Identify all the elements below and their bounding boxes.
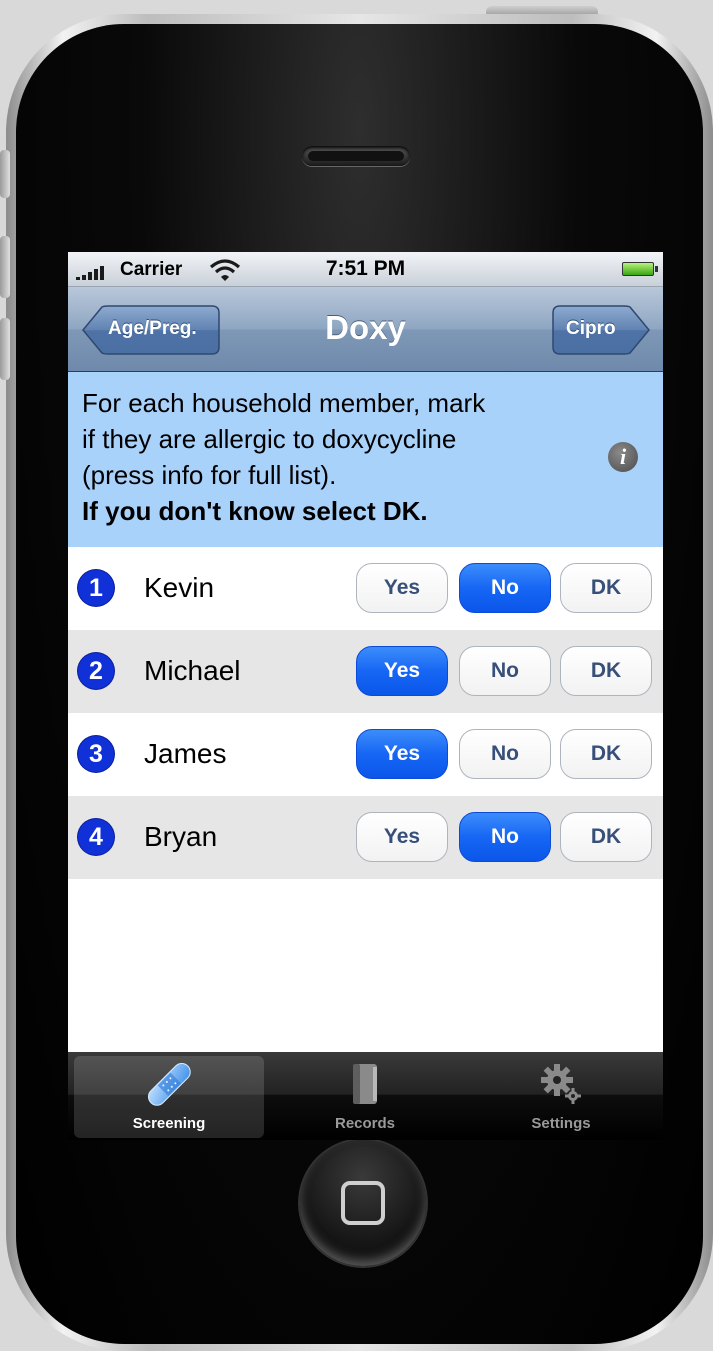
no-button[interactable]: No — [459, 646, 551, 696]
member-name: Bryan — [144, 821, 218, 852]
member-name: Michael — [144, 655, 241, 686]
member-name: James — [144, 738, 227, 769]
member-number-badge: 4 — [78, 819, 114, 855]
dk-button[interactable]: DK — [560, 563, 652, 613]
member-row: 3 James Yes No DK — [68, 713, 663, 796]
no-button[interactable]: No — [459, 563, 551, 613]
no-button[interactable]: No — [459, 812, 551, 862]
app-screen: Carrier 7:51 PM Age/Preg. Doxy Cipro For… — [68, 252, 663, 1140]
no-button[interactable]: No — [459, 729, 551, 779]
instructions-panel: For each household member, mark if they … — [68, 372, 663, 547]
member-row: 1 Kevin Yes No DK — [68, 547, 663, 630]
instruction-line-1: For each household member, mark — [82, 388, 486, 418]
book-icon — [353, 1064, 377, 1104]
member-row: 2 Michael Yes No DK — [68, 630, 663, 713]
volume-up-button — [0, 236, 10, 298]
info-icon[interactable]: i — [608, 442, 638, 472]
instruction-line-3: (press info for full list). — [82, 460, 337, 490]
status-time: 7:51 PM — [325, 257, 406, 280]
forward-button[interactable]: Cipro — [552, 305, 650, 355]
yes-button[interactable]: Yes — [356, 646, 448, 696]
tab-screening[interactable]: Screening — [74, 1056, 264, 1138]
dk-button[interactable]: DK — [560, 812, 652, 862]
instruction-line-2: if they are allergic to doxycycline — [82, 424, 457, 454]
tab-label: Screening — [132, 1115, 206, 1132]
instruction-line-4: If you don't know select DK. — [82, 496, 428, 526]
tab-label: Records — [334, 1115, 396, 1132]
gears-icon — [541, 1064, 581, 1104]
yes-button[interactable]: Yes — [356, 563, 448, 613]
home-button[interactable] — [300, 1140, 426, 1266]
home-square-icon — [341, 1181, 385, 1225]
forward-button-label: Cipro — [566, 318, 616, 339]
yes-button[interactable]: Yes — [356, 812, 448, 862]
member-number-badge: 2 — [78, 653, 114, 689]
member-name: Kevin — [144, 572, 215, 603]
member-number-badge: 1 — [78, 570, 114, 606]
tab-bar: Screening Records Settings — [68, 1052, 663, 1140]
yes-button[interactable]: Yes — [356, 729, 448, 779]
member-number-badge: 3 — [78, 736, 114, 772]
dk-button[interactable]: DK — [560, 646, 652, 696]
navigation-bar: Age/Preg. Doxy Cipro — [68, 287, 663, 372]
dk-button[interactable]: DK — [560, 729, 652, 779]
tab-records[interactable]: Records — [270, 1056, 460, 1138]
member-row: 4 Bryan Yes No DK — [68, 796, 663, 879]
volume-down-button — [0, 318, 10, 380]
earpiece-speaker — [302, 146, 410, 166]
status-bar: Carrier 7:51 PM — [68, 252, 663, 287]
mute-switch — [0, 150, 10, 198]
bandage-icon — [147, 1062, 191, 1106]
battery-icon — [622, 262, 658, 276]
tab-settings[interactable]: Settings — [466, 1056, 656, 1138]
tab-label: Settings — [531, 1115, 591, 1132]
